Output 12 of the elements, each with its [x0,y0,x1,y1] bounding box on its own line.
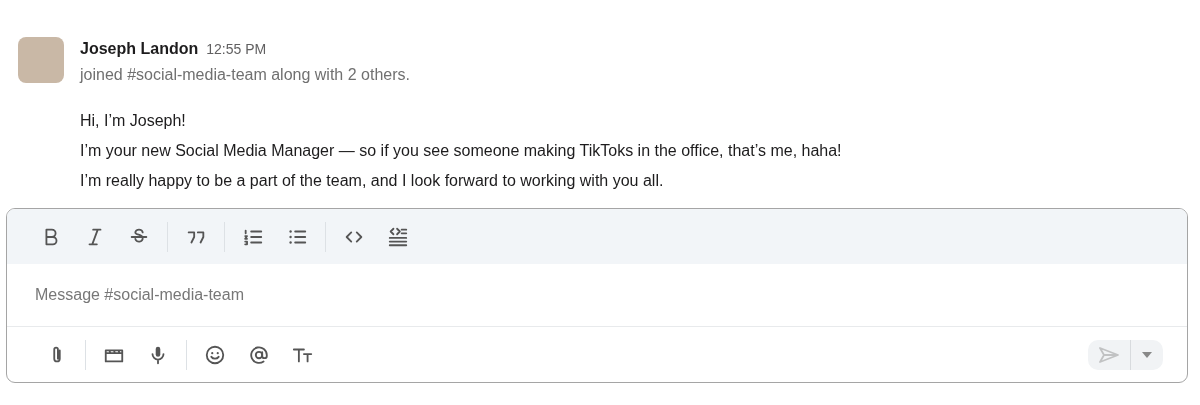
smiley-icon [204,343,226,366]
caret-icon [1141,350,1153,359]
send-icon [1098,345,1120,364]
join-notice: joined #social-media-team along with 2 others. [80,65,411,85]
avatar [18,37,64,83]
message-line: Hi, I’m Joseph! [80,111,187,131]
code-block-icon [387,225,409,248]
message-line: I’m really happy to be a part of the team, and I look forward to working with you all. [80,171,665,191]
message-line: I’m your new Social Media Manager — so if you see someone making TikToks in the office, that’s me, haha! [80,141,842,161]
at-sign-icon [248,343,270,366]
message-time[interactable]: 12:55 PM [206,39,267,60]
author-name[interactable]: Joseph Landon [80,37,199,61]
